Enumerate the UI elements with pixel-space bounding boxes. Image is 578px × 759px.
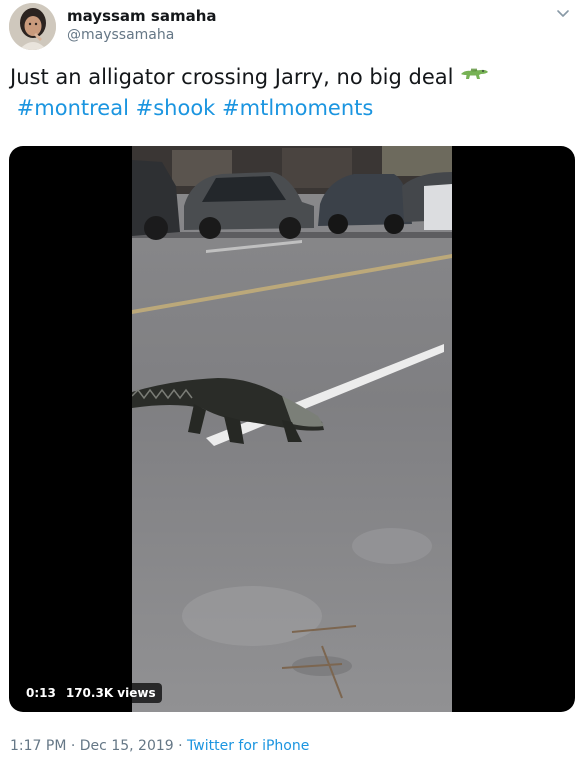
tweet-meta: 1:17 PM · Dec 15, 2019 · Twitter for iPh… (10, 738, 309, 754)
author-handle[interactable]: @mayssamaha (67, 27, 174, 43)
meta-separator-1: · (70, 738, 76, 754)
video-view-count: 170.3K views (65, 686, 156, 700)
meta-separator-2: · (178, 738, 183, 754)
tweet-text-line-1: Just an alligator crossing Jarry, no big… (10, 62, 570, 93)
chevron-down-icon[interactable] (554, 4, 572, 22)
crocodile-emoji-icon (459, 61, 489, 92)
tweet-time[interactable]: 1:17 PM (10, 738, 66, 754)
video-duration: 0:13 (26, 686, 56, 700)
author-display-name[interactable]: mayssam samaha (67, 7, 217, 25)
profile-photo-image (9, 3, 56, 50)
tweet-body-text: Just an alligator crossing Jarry, no big… (10, 65, 454, 89)
tweet-source-link[interactable]: Twitter for iPhone (187, 738, 309, 754)
tweet-date[interactable]: Dec 15, 2019 (80, 738, 174, 754)
hashtag-mtlmoments-link[interactable]: #mtlmoments (222, 96, 373, 120)
tweet-text-line-2: #montreal #shook #mtlmoments (10, 93, 570, 124)
hashtag-montreal-link[interactable]: #montreal (17, 96, 129, 120)
video-player[interactable]: 0:13 170.3K views (9, 146, 575, 712)
video-info-badge: 0:13 170.3K views (20, 683, 162, 703)
video-frame-image (132, 146, 452, 712)
tweet-text: Just an alligator crossing Jarry, no big… (10, 62, 570, 124)
avatar[interactable] (9, 3, 56, 50)
hashtag-shook-link[interactable]: #shook (136, 96, 216, 120)
